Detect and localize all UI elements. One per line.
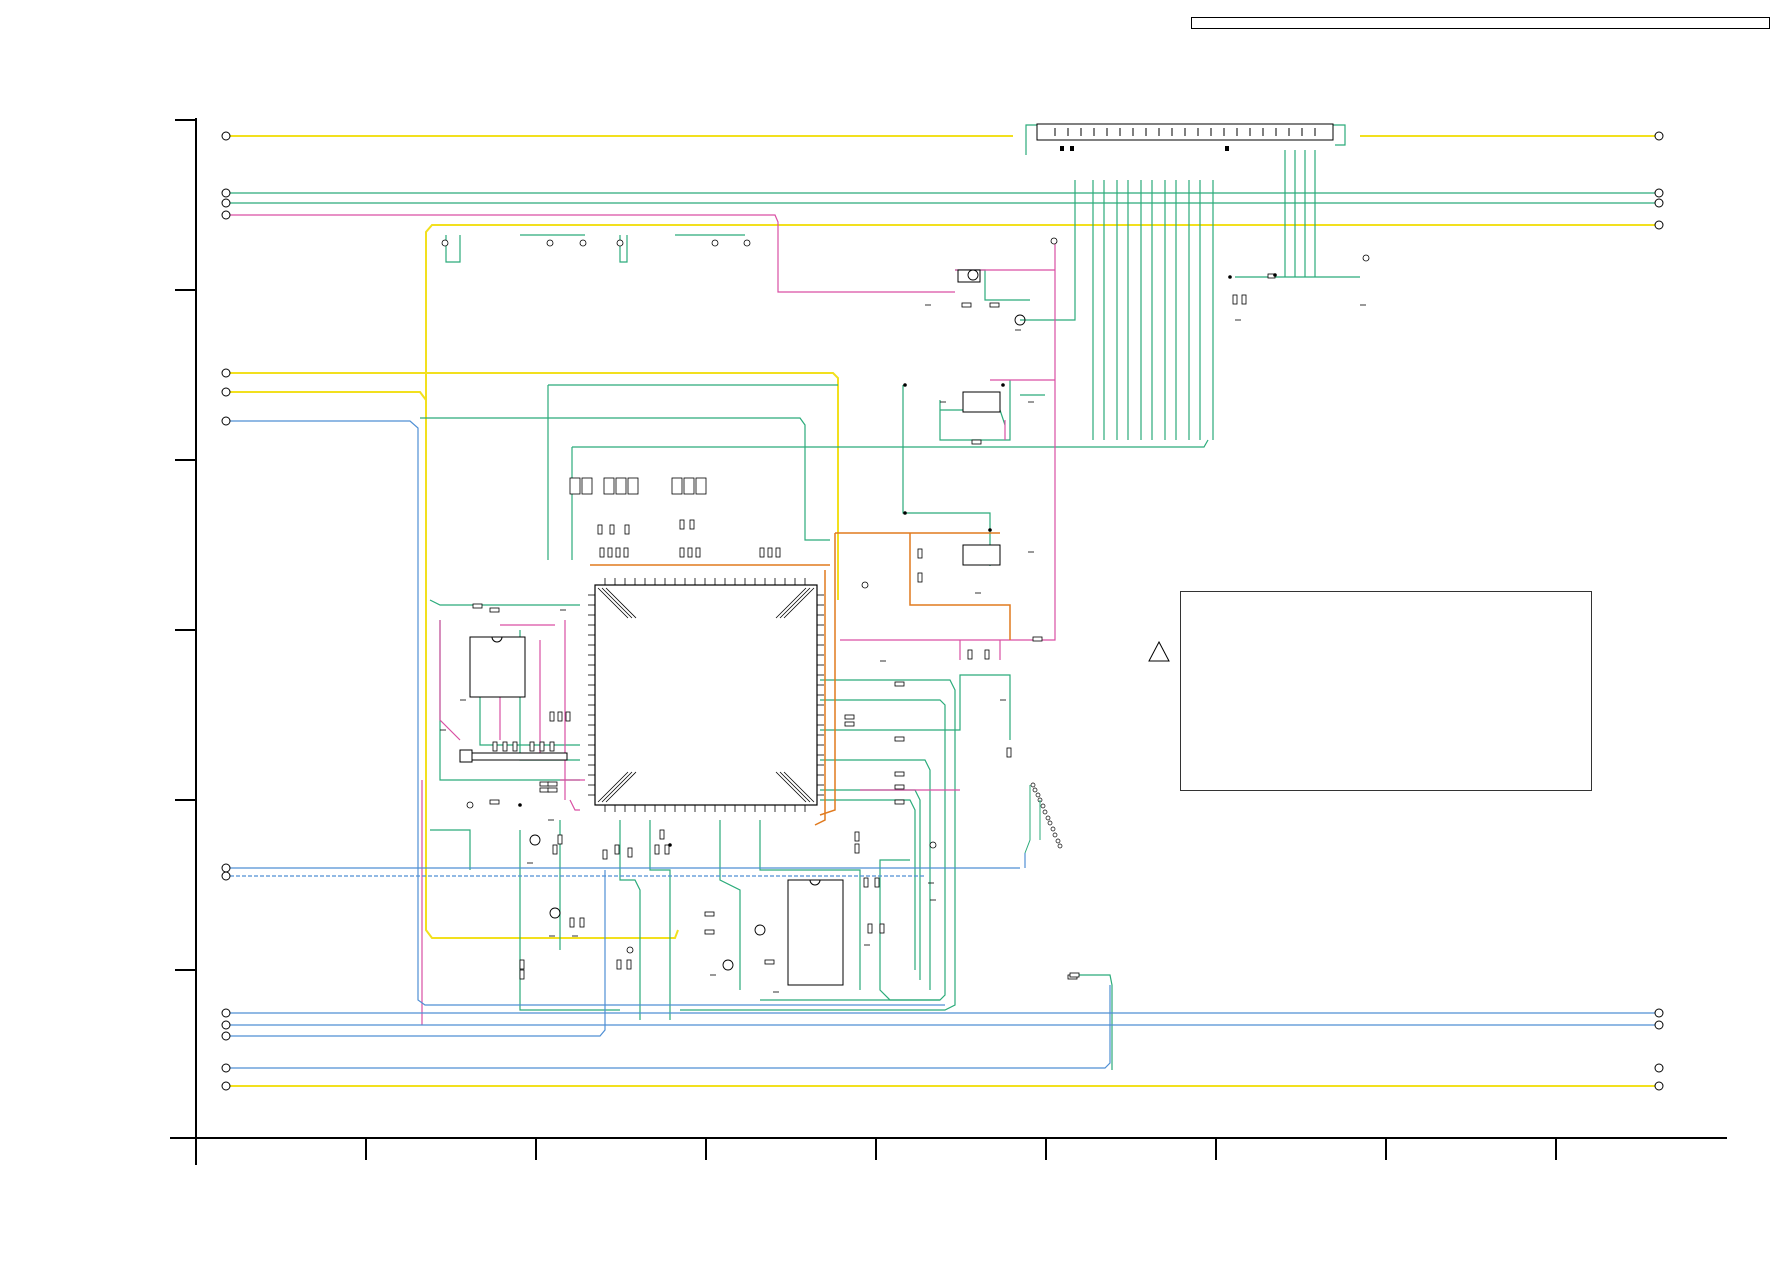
ic-pins-bottom (604, 805, 806, 812)
small-components (472, 273, 1276, 980)
warning-triangle-icon (1148, 640, 1170, 662)
notes-box (1180, 591, 1592, 791)
driver-ic (787, 879, 844, 986)
memory-ic (469, 636, 526, 698)
header-connector (1036, 123, 1334, 151)
regulator-ics (957, 269, 1001, 566)
ic-pins-top (604, 578, 806, 585)
main-processor-ic (588, 578, 824, 812)
edge-connectors-right (1654, 131, 1664, 1091)
ic-pins-right (817, 594, 824, 796)
ic-pins-left (588, 594, 595, 796)
resistor-arrays (569, 477, 707, 495)
edge-connectors-left (221, 131, 231, 1091)
interface-connector (459, 749, 568, 763)
connector-pins (1054, 128, 1316, 136)
flex-connector-pins (1030, 782, 1063, 849)
